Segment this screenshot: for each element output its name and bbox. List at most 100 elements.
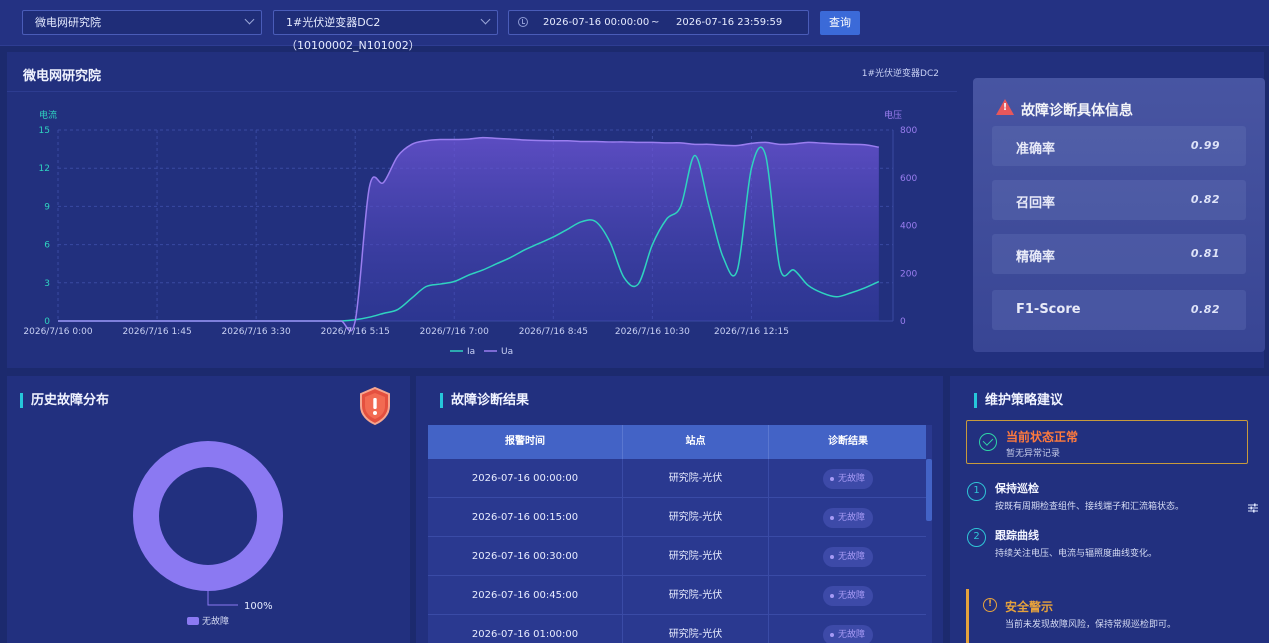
metric-value: 0.81 bbox=[1190, 247, 1220, 260]
metric-recall: 召回率 0.82 bbox=[992, 180, 1246, 220]
end-time-input[interactable]: 2026-07-16 23:59:59 bbox=[676, 11, 782, 34]
badge-text: 无故障 bbox=[837, 552, 865, 562]
step-description: 持续关注电压、电流与辐照度曲线变化。 bbox=[995, 549, 1158, 559]
cell-result: 无故障 bbox=[769, 459, 928, 497]
status-subtitle: 暂无异常记录 bbox=[1006, 449, 1061, 459]
left-tick-label: 0 bbox=[44, 317, 50, 327]
station-select-value: 微电网研究院 bbox=[35, 16, 101, 29]
right-tick-label: 400 bbox=[900, 222, 917, 232]
badge-text: 无故障 bbox=[837, 513, 865, 523]
trend-chart-panel: 微电网研究院 1#光伏逆变器DC2 电流 电压 0 3 6 9 12 15 0 200 400 6… bbox=[7, 52, 1265, 368]
diagnosis-metrics-card: ! 故障诊断具体信息 准确率 0.99 召回率 0.82 精确率 0.81 F1… bbox=[973, 78, 1265, 352]
metric-value: 0.82 bbox=[1190, 303, 1220, 316]
status-title: 当前状态正常 bbox=[1006, 430, 1079, 444]
step-number: 2 bbox=[967, 528, 986, 547]
table-scrollbar[interactable] bbox=[926, 425, 932, 643]
dot-icon bbox=[829, 476, 834, 481]
maintenance-strategy-panel: 维护策略建议 当前状态正常 暂无异常记录 1 保持巡检 按既有周期检查组件、接线… bbox=[950, 376, 1269, 643]
clock-icon bbox=[518, 17, 528, 27]
fault-history-panel: 历史故障分布 100% 无故障 bbox=[7, 376, 410, 643]
trend-chart[interactable]: 电流 电压 0 3 6 9 12 15 0 200 400 600 800 2026/7/16 0:0… bbox=[7, 52, 957, 368]
metric-f1-score: F1-Score 0.82 bbox=[992, 290, 1246, 330]
badge-text: 无故障 bbox=[837, 591, 865, 601]
donut-percent-label: 100% bbox=[244, 601, 273, 612]
station-select[interactable]: 微电网研究院 bbox=[22, 10, 262, 35]
cell-site: 研究院-光伏 bbox=[623, 498, 769, 536]
right-tick-label: 600 bbox=[900, 174, 917, 184]
column-header: 报警时间 bbox=[428, 425, 623, 459]
safety-text: 当前未发现故障风险，保持常规巡检即可。 bbox=[1005, 620, 1177, 630]
filter-bar: 微电网研究院 1#光伏逆变器DC2（10100002_N101002） 2026… bbox=[0, 0, 1269, 52]
metric-precision: 精确率 0.81 bbox=[992, 234, 1246, 274]
status-card: 当前状态正常 暂无异常记录 bbox=[966, 420, 1248, 464]
check-circle-icon bbox=[979, 433, 997, 451]
metric-label: 精确率 bbox=[1016, 250, 1056, 265]
column-header: 站点 bbox=[623, 425, 769, 459]
safety-warning: ! 安全警示 当前未发现故障风险，保持常规巡检即可。 bbox=[966, 589, 1256, 643]
x-tick-label: 2026/7/16 5:15 bbox=[321, 327, 390, 337]
legend-label-ia: Ia bbox=[467, 347, 475, 357]
x-tick-label: 2026/7/16 12:15 bbox=[714, 327, 789, 337]
x-tick-label: 2026/7/16 7:00 bbox=[420, 327, 489, 337]
status-badge: 无故障 bbox=[822, 547, 873, 567]
dot-icon bbox=[829, 554, 834, 559]
left-tick-label: 6 bbox=[44, 241, 50, 251]
metric-accuracy: 准确率 0.99 bbox=[992, 126, 1246, 166]
right-tick-label: 0 bbox=[900, 317, 906, 327]
warning-icon-mark: ! bbox=[1002, 102, 1008, 113]
date-range-picker[interactable]: 2026-07-16 00:00:00 ~ 2026-07-16 23:59:5… bbox=[508, 10, 809, 35]
diagnosis-results-panel: 故障诊断结果 报警时间 站点 诊断结果 2026-07-16 00:00:00 … bbox=[416, 376, 943, 643]
cell-site: 研究院-光伏 bbox=[623, 615, 769, 643]
scrollbar-thumb[interactable] bbox=[926, 459, 932, 521]
fault-distribution-donut[interactable]: 100% 无故障 bbox=[7, 376, 410, 643]
badge-text: 无故障 bbox=[837, 630, 865, 640]
metric-label: F1-Score bbox=[1016, 302, 1081, 317]
table-row[interactable]: 2026-07-16 00:30:00 研究院-光伏 无故障 bbox=[428, 537, 932, 576]
cell-time: 2026-07-16 00:45:00 bbox=[428, 576, 623, 614]
step-title: 保持巡检 bbox=[995, 482, 1039, 495]
range-separator: ~ bbox=[651, 17, 660, 28]
donut-legend-swatch bbox=[187, 617, 199, 625]
safety-title: 安全警示 bbox=[1005, 600, 1054, 614]
x-tick-label: 2026/7/16 10:30 bbox=[615, 327, 690, 337]
metric-label: 召回率 bbox=[1016, 196, 1056, 211]
right-tick-label: 800 bbox=[900, 126, 917, 136]
column-header: 诊断结果 bbox=[769, 425, 928, 459]
results-table: 报警时间 站点 诊断结果 2026-07-16 00:00:00 研究院-光伏 … bbox=[428, 425, 932, 643]
warning-circle-icon: ! bbox=[983, 598, 997, 612]
cell-time: 2026-07-16 00:15:00 bbox=[428, 498, 623, 536]
cell-site: 研究院-光伏 bbox=[623, 459, 769, 497]
table-row[interactable]: 2026-07-16 01:00:00 研究院-光伏 无故障 bbox=[428, 615, 932, 643]
cell-time: 2026-07-16 00:00:00 bbox=[428, 459, 623, 497]
dot-icon bbox=[829, 515, 834, 520]
badge-text: 无故障 bbox=[837, 474, 865, 484]
settings-sliders-icon[interactable] bbox=[1248, 503, 1258, 513]
chevron-down-icon bbox=[480, 14, 491, 25]
x-tick-label: 2026/7/16 1:45 bbox=[122, 327, 191, 337]
table-row[interactable]: 2026-07-16 00:15:00 研究院-光伏 无故障 bbox=[428, 498, 932, 537]
right-axis-label: 电压 bbox=[884, 109, 902, 121]
step-title: 跟踪曲线 bbox=[995, 529, 1039, 542]
status-badge: 无故障 bbox=[822, 508, 873, 528]
chart-legend[interactable]: Ia Ua bbox=[450, 347, 513, 357]
device-select-value: 1#光伏逆变器DC2（10100002_N101002） bbox=[286, 16, 420, 52]
legend-label-ua: Ua bbox=[501, 347, 513, 357]
cell-result: 无故障 bbox=[769, 537, 928, 575]
chevron-down-icon bbox=[244, 14, 255, 25]
cell-site: 研究院-光伏 bbox=[623, 537, 769, 575]
step-description: 按既有周期检查组件、接线端子和汇流箱状态。 bbox=[995, 502, 1185, 512]
left-tick-label: 15 bbox=[39, 126, 50, 136]
section-title: 维护策略建议 bbox=[974, 393, 1063, 408]
left-tick-label: 9 bbox=[44, 202, 50, 212]
query-button[interactable]: 查询 bbox=[820, 11, 860, 35]
start-time-input[interactable]: 2026-07-16 00:00:00 bbox=[543, 11, 649, 34]
table-row[interactable]: 2026-07-16 00:00:00 研究院-光伏 无故障 bbox=[428, 459, 932, 498]
table-row[interactable]: 2026-07-16 00:45:00 研究院-光伏 无故障 bbox=[428, 576, 932, 615]
cell-result: 无故障 bbox=[769, 576, 928, 614]
donut-slice[interactable] bbox=[133, 441, 283, 591]
metric-value: 0.82 bbox=[1190, 193, 1220, 206]
cell-site: 研究院-光伏 bbox=[623, 576, 769, 614]
x-tick-label: 2026/7/16 8:45 bbox=[519, 327, 588, 337]
metric-label: 准确率 bbox=[1016, 142, 1056, 157]
device-select[interactable]: 1#光伏逆变器DC2（10100002_N101002） bbox=[273, 10, 498, 52]
